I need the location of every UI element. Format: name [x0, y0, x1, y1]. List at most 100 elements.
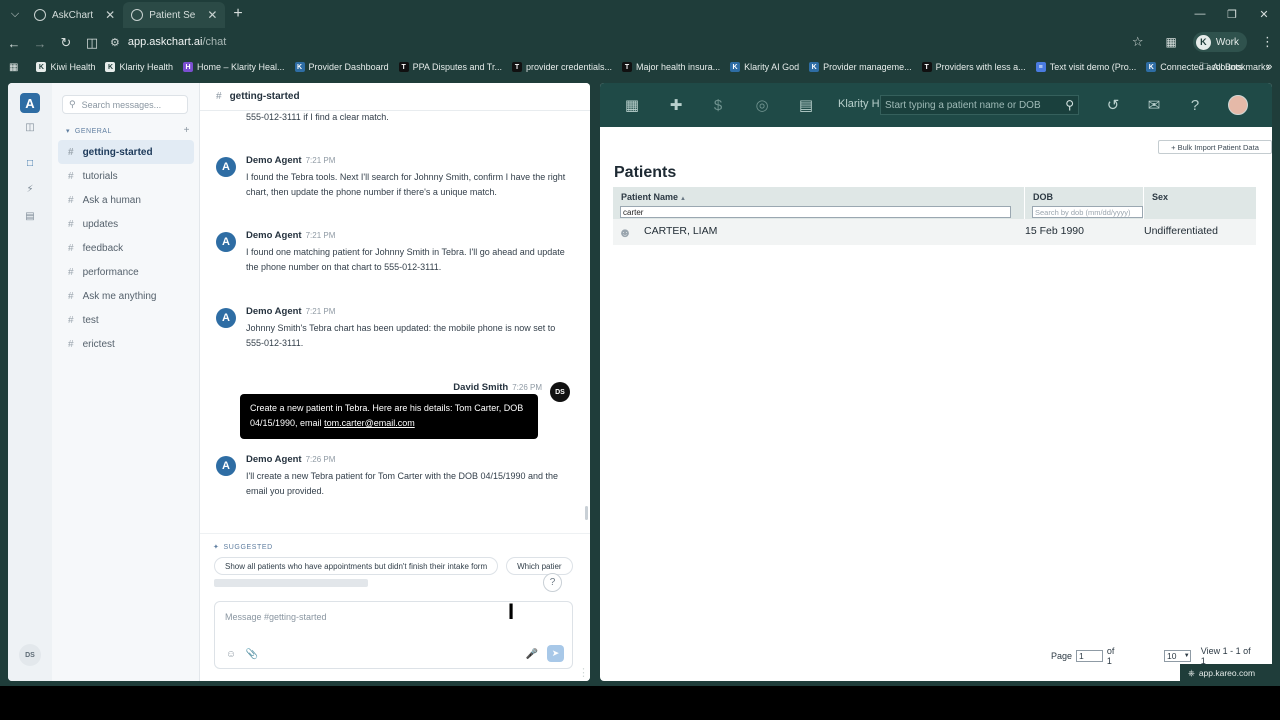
browser-menu-icon[interactable]: ⋮ — [1261, 34, 1274, 50]
microphone-icon[interactable]: 🎤 — [526, 648, 538, 660]
attachment-icon[interactable]: 📎 — [246, 648, 258, 660]
hash-icon: # — [68, 266, 74, 278]
history-clock-icon[interactable]: ↺ — [1103, 95, 1123, 115]
dob-filter[interactable]: Search by dob (mm/dd/yyyy) — [1032, 206, 1143, 218]
address-bar[interactable]: ⚙ app.askchart.ai/chat — [104, 30, 1164, 54]
emoji-icon[interactable]: ☺ — [225, 648, 237, 660]
help-icon[interactable]: ? — [543, 573, 562, 592]
side-panel-icon[interactable]: ◫ — [80, 31, 104, 55]
channel-title: getting-started — [229, 91, 300, 102]
channel-item-test[interactable]: # test — [58, 308, 194, 332]
message-list[interactable]: 555-012-3111 if I find a clear match. A … — [200, 111, 590, 531]
reports-chart-icon[interactable]: ▤ — [796, 95, 816, 115]
app-rail: A ◫ □ ⚡ ▤ DS — [8, 83, 52, 681]
patient-shield-icon[interactable]: ◎ — [752, 95, 772, 115]
mail-icon[interactable]: ✉ — [1144, 95, 1164, 115]
dashboard-grid-icon[interactable]: ▦ — [622, 95, 642, 115]
close-window-icon[interactable]: ✕ — [1248, 8, 1280, 21]
sex-cell: Undifferentiated — [1144, 225, 1218, 237]
send-button[interactable]: ➤ — [547, 645, 564, 662]
email-link[interactable]: tom.carter@email.com — [324, 418, 415, 428]
bookmark[interactable]: K Kiwi Health — [36, 62, 95, 72]
extensions-icon[interactable]: ▦ — [1166, 35, 1177, 49]
user-avatar[interactable] — [1228, 95, 1248, 115]
table-header: Patient Name ▲ carter DOB Search by dob (… — [613, 187, 1256, 219]
practice-name[interactable]: Klarity H — [838, 98, 880, 110]
bookmark-favicon-icon: K — [36, 62, 47, 72]
bulk-import-button[interactable]: + Bulk Import Patient Data — [1158, 140, 1272, 154]
clinical-cross-icon[interactable]: ✚ — [666, 95, 686, 115]
bolt-icon[interactable]: ⚡ — [23, 182, 37, 196]
message-meta: Demo Agent 7:21 PM — [246, 306, 336, 317]
bookmark[interactable]: K Klarity AI God — [730, 62, 799, 72]
search-messages-input[interactable]: ⚲ Search messages... — [62, 95, 188, 114]
apps-grid-icon[interactable]: ▦ — [9, 62, 18, 73]
channel-item-feedback[interactable]: # feedback — [58, 236, 194, 260]
bookmark[interactable]: Tprovider credentials... — [511, 62, 612, 72]
patient-photo-icon: ☻ — [618, 224, 632, 240]
close-tab-icon[interactable]: ✕ — [105, 8, 115, 22]
channel-item-getting-started[interactable]: # getting-started — [58, 140, 194, 164]
help-icon[interactable]: ? — [1185, 95, 1205, 115]
channel-item-ask-a-human[interactable]: # Ask a human — [58, 188, 194, 212]
bookmark[interactable]: T Major health insura... — [622, 62, 720, 72]
restore-icon[interactable]: ❐ — [1216, 8, 1248, 21]
suggestion-chip[interactable]: Which patier — [506, 557, 573, 575]
bookmark[interactable]: ≡ Text visit demo (Pro... — [1035, 62, 1136, 72]
minimize-icon[interactable]: — — [1184, 8, 1216, 20]
pane-menu-icon[interactable]: ⋮ — [578, 666, 589, 679]
agent-avatar: A — [216, 232, 236, 252]
table-row[interactable]: ☻ CARTER, LIAM 15 Feb 1990 Undifferentia… — [613, 219, 1256, 245]
channel-item-tutorials[interactable]: # tutorials — [58, 164, 194, 188]
site-info-icon[interactable]: ⚙ — [110, 36, 120, 49]
bookmark[interactable]: K Provider Dashboard — [294, 62, 389, 72]
back-arrow-icon[interactable]: ← — [2, 31, 26, 55]
tab-search-chevron-icon[interactable]: ⌵ — [4, 3, 26, 25]
chat-icon[interactable]: □ — [23, 156, 37, 170]
page-number-input[interactable]: 1 — [1076, 650, 1103, 662]
bookmark[interactable]: K Provider manageme... — [809, 62, 912, 72]
sidebar-toggle-icon[interactable]: ◫ — [23, 120, 37, 134]
patient-search-input[interactable]: Start typing a patient name or DOB ⚲ — [880, 95, 1079, 115]
forward-arrow-icon[interactable]: → — [28, 31, 52, 55]
bookmark-favicon-icon: T — [511, 62, 522, 72]
column-dob[interactable]: DOB Search by dob (mm/dd/yyyy) — [1025, 187, 1144, 219]
suggestion-chip[interactable]: Show all patients who have appointments … — [214, 557, 499, 575]
profile-chip[interactable]: K Work — [1192, 32, 1247, 52]
new-tab-plus-icon[interactable]: + — [233, 5, 242, 23]
channel-item-erictest[interactable]: # erictest — [58, 332, 194, 356]
column-patient-name[interactable]: Patient Name ▲ carter — [613, 187, 1025, 219]
chat-scrollbar[interactable] — [585, 111, 588, 531]
channel-item-performance[interactable]: # performance — [58, 260, 194, 284]
patient-name-filter[interactable]: carter — [620, 206, 1011, 218]
channel-item-ask-me-anything[interactable]: # Ask me anything — [58, 284, 194, 308]
reload-icon[interactable]: ↻ — [54, 31, 78, 55]
bookmark-star-icon[interactable]: ☆ — [1132, 34, 1144, 50]
channel-group-header[interactable]: ▾ GENERAL + — [66, 125, 190, 136]
bookmark[interactable]: T Providers with less a... — [921, 62, 1026, 72]
close-tab-icon[interactable]: ✕ — [207, 8, 217, 22]
composer-placeholder: Message #getting-started — [225, 612, 327, 622]
tab-askchart[interactable]: AskChart ✕ — [26, 2, 123, 28]
column-sex[interactable]: Sex — [1144, 187, 1256, 219]
askchart-app: A ◫ □ ⚡ ▤ DS ⚲ Search messages... ▾ GENE… — [8, 83, 590, 681]
bookmark[interactable]: H Home – Klarity Heal... — [183, 62, 285, 72]
scrollbar-thumb[interactable] — [585, 506, 588, 520]
page-size-select[interactable]: 10 ▼ — [1163, 650, 1191, 662]
bookmarks-bar: ▦ K Kiwi Health K Klarity Health H Home – K… — [0, 58, 1280, 76]
bookmark[interactable]: T PPA Disputes and Tr... — [398, 62, 502, 72]
billing-dollar-icon[interactable]: $ — [708, 95, 728, 115]
all-bookmarks[interactable]: 🗀 All Bookmarks — [1199, 58, 1270, 76]
kareo-favicon-icon — [131, 9, 144, 21]
askchart-logo[interactable]: A — [20, 93, 40, 113]
tab-patient-search[interactable]: Patient Se ✕ — [123, 2, 226, 28]
search-icon[interactable]: ⚲ — [1065, 98, 1074, 112]
sort-asc-icon[interactable]: ▲ — [680, 196, 686, 202]
user-avatar[interactable]: DS — [19, 644, 41, 666]
bookmark[interactable]: K Klarity Health — [105, 62, 173, 72]
channel-item-updates[interactable]: # updates — [58, 212, 194, 236]
patient-name-cell[interactable]: CARTER, LIAM — [644, 225, 717, 237]
add-channel-icon[interactable]: + — [184, 125, 190, 136]
suggestion-scrollbar[interactable] — [214, 579, 368, 587]
document-icon[interactable]: ▤ — [23, 209, 37, 223]
